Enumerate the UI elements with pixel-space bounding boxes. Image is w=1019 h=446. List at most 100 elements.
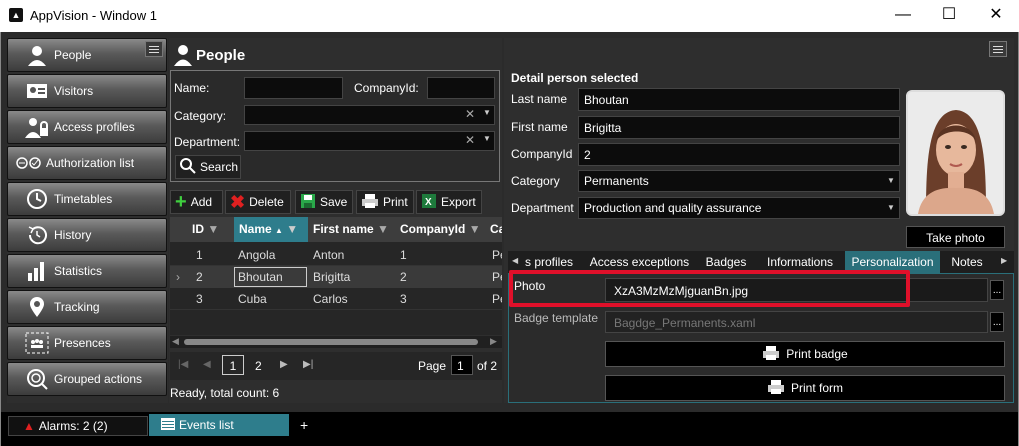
table-row-selected[interactable]: › 2 Bhoutan Brigitta 2 Pe	[170, 266, 502, 288]
page-button-current[interactable]: 1	[222, 355, 244, 375]
photo-browse-button[interactable]: ...	[990, 280, 1004, 300]
events-label: Events list	[179, 418, 234, 432]
sidebar-menu-button[interactable]	[145, 41, 163, 57]
sidebar-item-history[interactable]: History	[7, 218, 167, 252]
add-label: Add	[190, 195, 213, 209]
department-select[interactable]	[244, 131, 495, 151]
alarms-tab[interactable]: ▲ Alarms: 2 (2)	[8, 416, 148, 436]
printer-icon	[767, 379, 785, 398]
sidebar-item-tracking[interactable]: Tracking	[7, 290, 167, 324]
scrollbar-thumb[interactable]	[184, 339, 478, 345]
first-page-icon[interactable]: |◀	[178, 359, 188, 370]
tabs-scroll-left-icon[interactable]: ◀	[512, 256, 518, 265]
column-header-name[interactable]: Name ▲ ▼	[234, 217, 308, 242]
grouped-actions-icon	[24, 367, 50, 391]
row-indicator-icon: ›	[176, 270, 180, 284]
page-label: Page	[418, 359, 447, 373]
chevron-down-icon[interactable]: ▼	[483, 134, 491, 143]
page-number-input[interactable]: 1	[451, 355, 473, 375]
print-badge-button[interactable]: Print badge	[605, 341, 1005, 367]
chevron-down-icon[interactable]: ▼	[887, 203, 895, 212]
column-header-companyid[interactable]: CompanyId ▼	[400, 222, 481, 236]
search-button[interactable]: Search	[175, 155, 241, 179]
companyid-label: CompanyId:	[354, 81, 419, 95]
clear-icon[interactable]: ✕	[465, 133, 475, 147]
sidebar-item-statistics[interactable]: Statistics	[7, 254, 167, 288]
sidebar-item-timetables[interactable]: Timetables	[7, 182, 167, 216]
column-header-label: Name	[239, 222, 272, 236]
add-tab-button[interactable]: +	[300, 417, 308, 433]
cell-first-name: Brigitta	[313, 270, 351, 284]
window-title: AppVision - Window 1	[30, 8, 157, 23]
sidebar-item-presences[interactable]: Presences	[7, 326, 167, 360]
scroll-left-icon[interactable]: ◀	[172, 336, 179, 347]
last-page-icon[interactable]: ▶|	[303, 359, 313, 370]
horizontal-scrollbar[interactable]: ◀ ▶	[170, 336, 502, 348]
delete-x-icon: ✖	[230, 191, 246, 212]
chevron-down-icon[interactable]: ▼	[483, 108, 491, 117]
table-row[interactable]: 1 Angola Anton 1 Pe	[170, 244, 502, 266]
clear-icon[interactable]: ✕	[465, 107, 475, 121]
close-button[interactable]: ✕	[973, 0, 1019, 32]
filter-icon[interactable]: ▼	[377, 222, 389, 236]
export-button[interactable]: X Export	[416, 190, 482, 214]
scroll-right-icon[interactable]: ▶	[490, 336, 497, 347]
sidebar-item-grouped-actions[interactable]: Grouped actions	[7, 362, 167, 396]
category-label: Category:	[174, 109, 227, 123]
name-input[interactable]	[244, 77, 343, 99]
cell-first-name: Anton	[313, 248, 345, 262]
sidebar-item-label: People	[54, 48, 92, 62]
print-form-button[interactable]: Print form	[605, 375, 1005, 401]
companyid-field[interactable]: 2	[578, 143, 900, 166]
cell-name: Cuba	[238, 292, 267, 306]
sidebar-item-label: Tracking	[54, 300, 100, 314]
column-header-first-name[interactable]: First name ▼	[313, 222, 389, 236]
category-select[interactable]: Permanents	[578, 170, 900, 192]
search-icon	[180, 157, 196, 177]
maximize-button[interactable]: ☐	[926, 0, 972, 32]
delete-button[interactable]: ✖ Delete	[225, 190, 291, 214]
sidebar-item-access-profiles[interactable]: Access profiles	[7, 110, 167, 144]
sidebar-item-people[interactable]: People	[7, 38, 167, 72]
page-title: People	[196, 47, 246, 64]
save-button[interactable]: Save	[295, 190, 353, 214]
column-header-category[interactable]: Ca	[490, 222, 502, 236]
events-list-tab[interactable]: Events list	[149, 414, 289, 436]
category-label: Category	[511, 174, 560, 188]
column-header-id[interactable]: ID ▼	[192, 222, 219, 236]
prev-page-icon[interactable]: ◀	[203, 359, 211, 370]
name-label: Name:	[174, 81, 210, 95]
title-bar: ▲ AppVision - Window 1 — ☐ ✕	[0, 0, 1019, 32]
warning-icon: ▲	[23, 419, 35, 433]
companyid-input[interactable]	[427, 77, 495, 99]
chevron-down-icon[interactable]: ▼	[887, 176, 895, 185]
sidebar-item-authorization-list[interactable]: Authorization list	[7, 146, 167, 180]
category-select[interactable]	[244, 105, 495, 125]
first-name-field[interactable]: Brigitta	[578, 116, 900, 139]
next-page-icon[interactable]: ▶	[280, 359, 288, 370]
table-row[interactable]: 3 Cuba Carlos 3 Pe	[170, 288, 502, 310]
sidebar: People Visitors Access profiles Authoriz…	[7, 38, 168, 403]
cell-name[interactable]: Bhoutan	[234, 267, 307, 287]
print-form-label: Print form	[790, 381, 843, 395]
badge-browse-button[interactable]: ...	[990, 312, 1004, 332]
tab-notes[interactable]: Notes	[944, 251, 990, 273]
filter-icon[interactable]: ▼	[207, 222, 219, 236]
detail-menu-button[interactable]	[989, 41, 1007, 57]
first-name-label: First name	[511, 120, 568, 134]
filter-icon[interactable]: ▼	[286, 222, 298, 236]
print-button[interactable]: Print	[356, 190, 414, 214]
pager: |◀ ◀ 1 2 ▶ ▶| Page 1 of 2	[170, 352, 502, 380]
department-select[interactable]: Production and quality assurance	[578, 197, 900, 219]
take-photo-button[interactable]: Take photo	[906, 226, 1005, 248]
minimize-button[interactable]: —	[880, 0, 926, 32]
save-label: Save	[320, 195, 348, 209]
sidebar-item-visitors[interactable]: Visitors	[7, 74, 167, 108]
add-button[interactable]: + Add	[170, 190, 223, 214]
page-button[interactable]: 2	[255, 359, 262, 373]
badge-template-field[interactable]: Bagdge_Permanents.xaml	[605, 311, 988, 333]
sidebar-item-label: Authorization list	[46, 156, 135, 170]
last-name-field[interactable]: Bhoutan	[578, 88, 900, 111]
filter-icon[interactable]: ▼	[469, 222, 481, 236]
tabs-scroll-right-icon[interactable]: ▶	[1001, 256, 1007, 265]
